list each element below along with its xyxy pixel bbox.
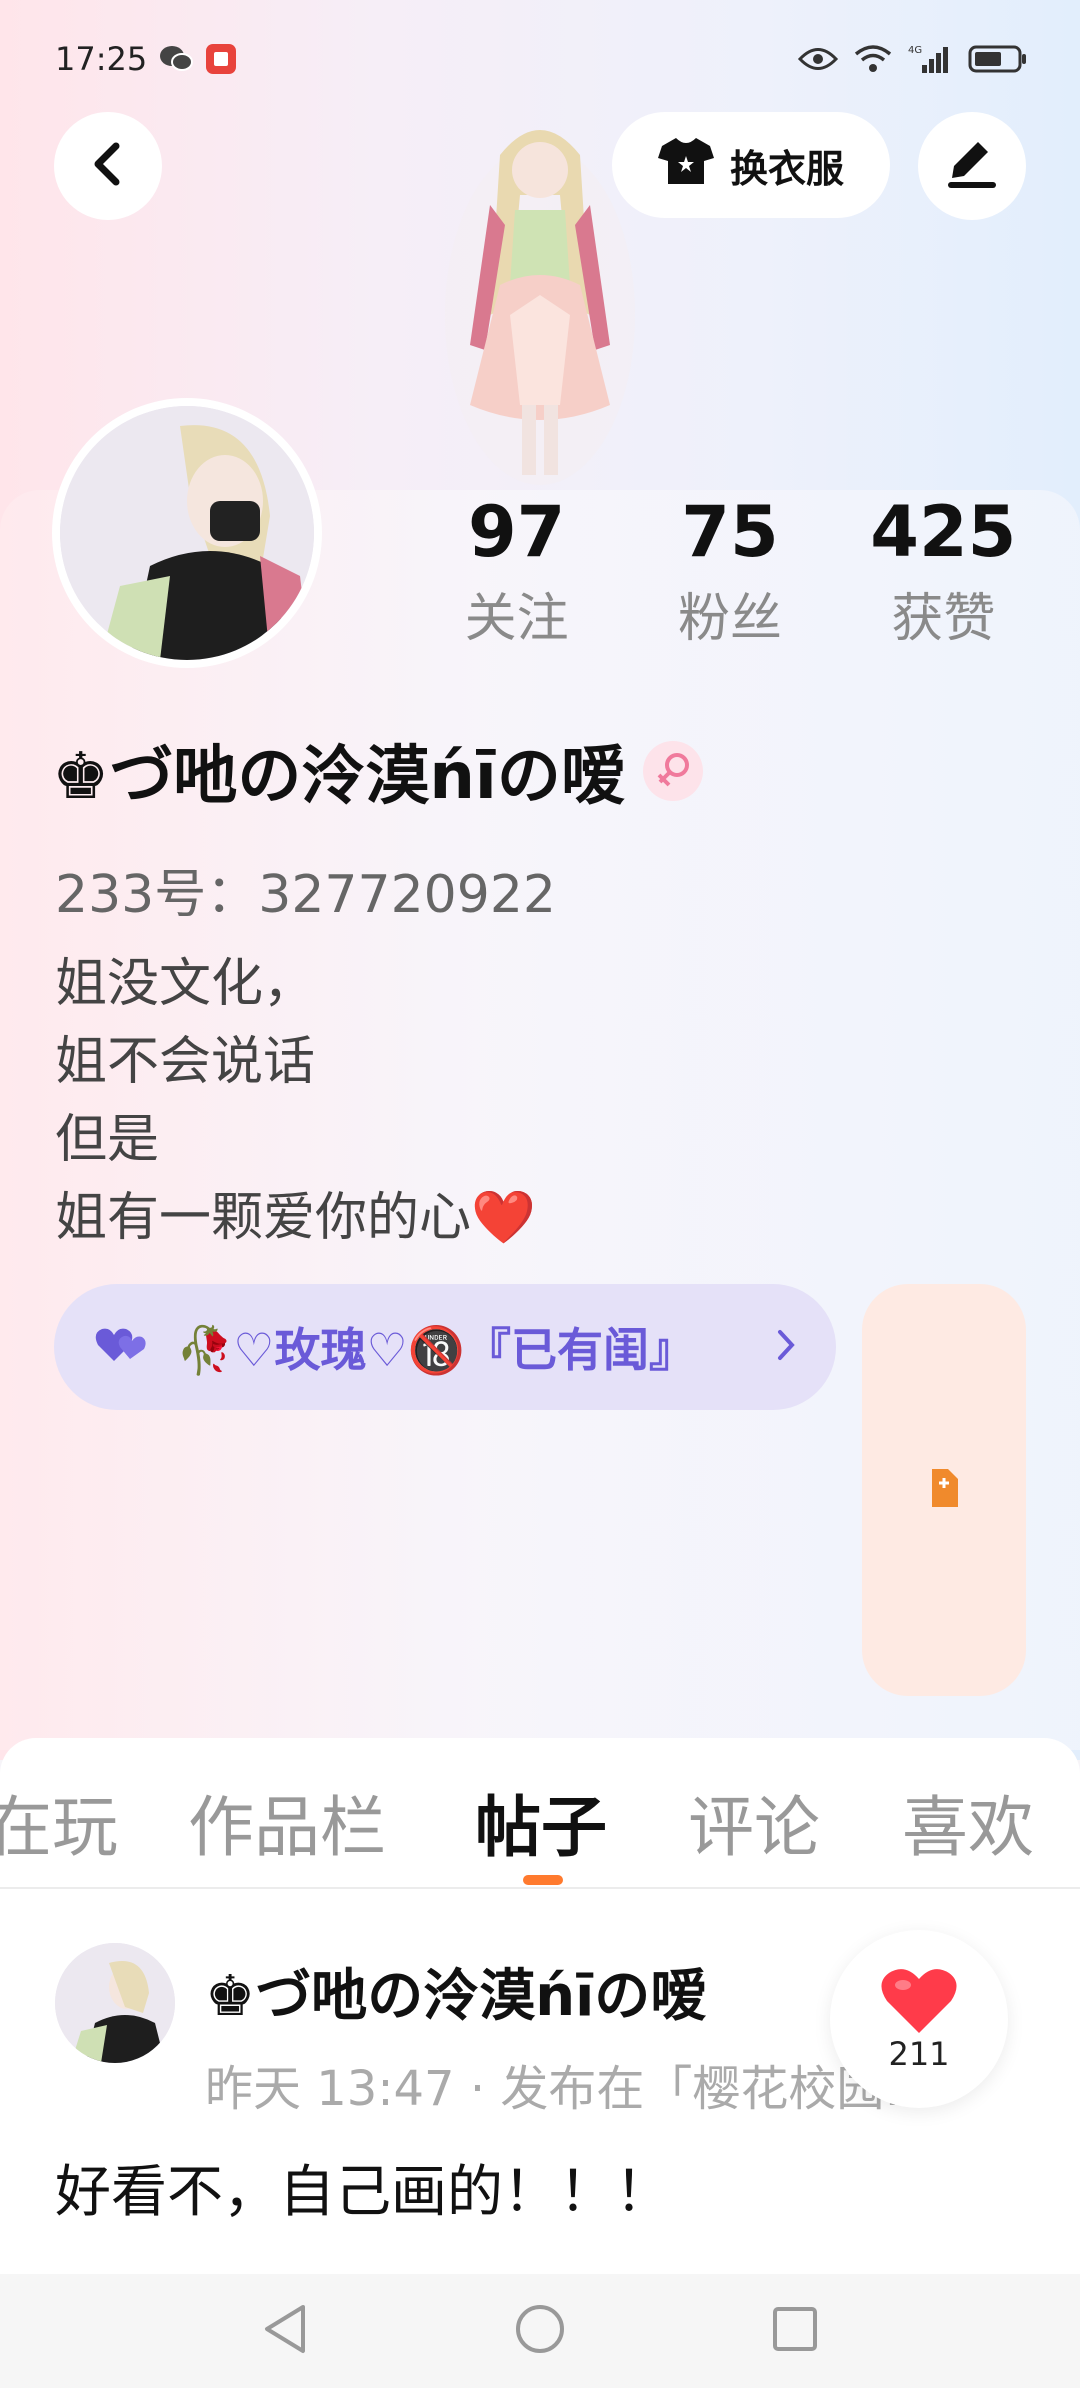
followers-label: 粉丝 (677, 589, 782, 649)
post-author-avatar[interactable] (55, 1943, 175, 2063)
nav-back-icon[interactable] (261, 2303, 309, 2359)
change-outfit-button[interactable]: 换衣服 (612, 112, 890, 218)
like-count: 211 (888, 2035, 950, 2073)
tab-playing[interactable]: 在玩 (0, 1774, 118, 1870)
back-button[interactable] (54, 112, 162, 220)
followers-count: 75 (681, 491, 779, 573)
following-count: 97 (467, 491, 566, 573)
system-nav-bar (0, 2274, 1080, 2388)
pen-icon (944, 138, 1000, 194)
cellular-signal-icon: 4G (908, 43, 952, 75)
like-button[interactable]: 211 (830, 1930, 1008, 2108)
double-heart-icon (94, 1325, 150, 1369)
wechat-icon (159, 44, 194, 74)
status-bar: 17:25 4G (0, 0, 1080, 118)
add-document-icon (928, 1467, 960, 1513)
post-author-name[interactable]: ♚づ吔の泠漠ńīの嗳 (205, 1951, 706, 2032)
battery-icon (968, 44, 1028, 74)
likes-received-count: 425 (870, 491, 1017, 573)
heart-icon (879, 1965, 959, 2041)
nav-home-icon[interactable] (514, 2303, 566, 2359)
username-text: ♚づ吔の泠漠ńīの嗳 (52, 740, 625, 814)
likes-received-label: 获赞 (891, 589, 996, 649)
profile-stats: 97 关注 75 粉丝 425 获赞 (410, 490, 1050, 654)
female-gender-icon (642, 741, 703, 801)
user-id[interactable]: 233号：327720922 (55, 852, 556, 927)
eye-icon (798, 46, 838, 72)
tab-likes[interactable]: 喜欢 (902, 1774, 1034, 1870)
tab-works[interactable]: 作品栏 (188, 1774, 386, 1870)
tab-comments[interactable]: 评论 (688, 1774, 820, 1870)
following-stat[interactable]: 97 关注 (410, 490, 623, 654)
change-outfit-label: 换衣服 (729, 146, 844, 191)
edit-profile-button[interactable] (918, 112, 1026, 220)
profile-bio: 姐没文化， 姐不会说话 但是 姐有一颗爱你的心❤️ (55, 954, 536, 1248)
post-text: 好看不，自己画的！！！ (55, 2160, 671, 2225)
profile-username: ♚づ吔の泠漠ńīの嗳 (52, 725, 703, 817)
notification-app-icon (205, 43, 237, 75)
followers-stat[interactable]: 75 粉丝 (623, 490, 836, 654)
profile-tabs: 在玩 作品栏 帖子 评论 喜欢 (0, 1738, 1080, 1888)
likes-stat[interactable]: 425 获赞 (837, 490, 1050, 654)
following-label: 关注 (464, 589, 569, 649)
side-feature-card[interactable] (862, 1284, 1026, 1696)
chevron-left-icon (88, 140, 128, 192)
tab-posts[interactable]: 帖子 (475, 1774, 607, 1870)
nav-recents-icon[interactable] (771, 2305, 819, 2357)
wifi-icon (854, 44, 892, 74)
chevron-right-icon (776, 1328, 796, 1366)
status-time: 17:25 (55, 40, 148, 78)
guild-badge[interactable]: 🥀♡玫瑰♡🔞『已有闺』 (54, 1284, 836, 1410)
active-tab-indicator (523, 1875, 563, 1885)
tshirt-icon (657, 136, 714, 195)
guild-name: 🥀♡玫瑰♡🔞『已有闺』 (176, 1323, 696, 1377)
profile-avatar[interactable] (52, 398, 322, 668)
network-type-label: 4G (908, 45, 922, 56)
